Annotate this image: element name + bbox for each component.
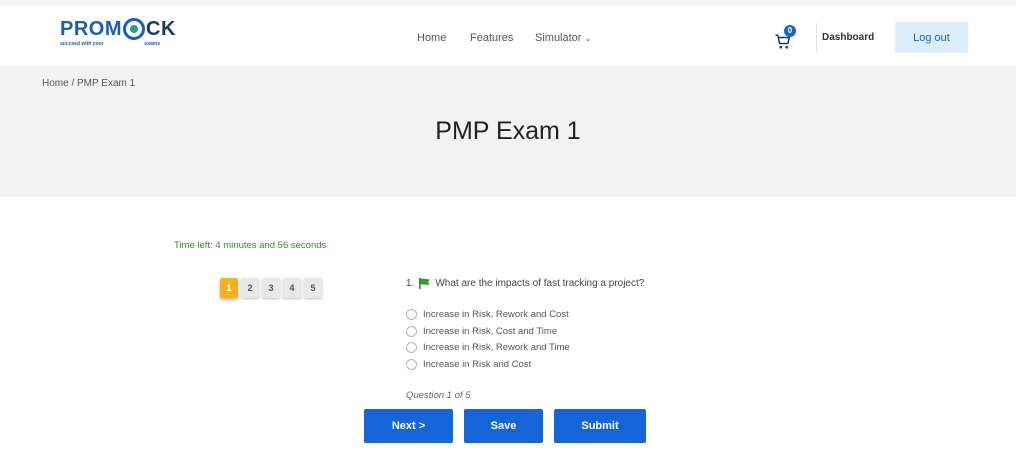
answer-options: Increase in Risk, Rework and Cost Increa…: [406, 306, 570, 373]
breadcrumb[interactable]: Home / PMP Exam 1: [42, 78, 135, 89]
chevron-down-icon: ⌄: [584, 34, 592, 43]
target-icon: [123, 18, 145, 40]
page-title: PMP Exam 1: [435, 117, 581, 145]
radio-button[interactable]: [406, 325, 417, 337]
question-nav-button-5[interactable]: 5: [304, 278, 322, 298]
top-navbar: PROM CK succeed with your exams Home Fea…: [0, 0, 1016, 66]
time-left-text: Time left: 4 minutes and 56 seconds: [174, 240, 327, 251]
nav-simulator-label: Simulator: [535, 32, 582, 44]
flag-icon[interactable]: [418, 277, 431, 290]
question-nav-button-1[interactable]: 1: [220, 278, 238, 298]
header-divider: [816, 23, 817, 53]
question-number: 1.: [406, 278, 415, 289]
question-nav-button-4[interactable]: 4: [283, 278, 301, 298]
logout-button[interactable]: Log out: [895, 22, 968, 53]
answer-option-label: Increase in Risk, Cost and Time: [423, 325, 558, 337]
radio-button[interactable]: [406, 358, 417, 370]
logo-tagline-left: succeed with your: [60, 41, 104, 47]
nav-home-link[interactable]: Home: [417, 32, 446, 44]
question-navigator: 1 2 3 4 5: [220, 278, 322, 298]
radio-button[interactable]: [406, 342, 417, 354]
question-nav-button-2[interactable]: 2: [241, 278, 259, 298]
nav-simulator-dropdown[interactable]: Simulator ⌄: [535, 32, 591, 44]
cart-button[interactable]: 0: [774, 25, 796, 50]
submit-button[interactable]: Submit: [554, 409, 646, 443]
promock-logo[interactable]: PROM CK succeed with your exams: [60, 18, 176, 52]
answer-option[interactable]: Increase in Risk, Rework and Time: [406, 339, 570, 356]
nav-features-link[interactable]: Features: [470, 32, 513, 44]
dashboard-link[interactable]: Dashboard: [822, 32, 874, 43]
answer-option-label: Increase in Risk, Rework and Cost: [423, 308, 569, 320]
logo-tagline-right: exams: [144, 41, 160, 47]
answer-option-label: Increase in Risk and Cost: [423, 358, 532, 370]
question-counter: Question 1 of 5: [406, 390, 471, 401]
logo-text-ck: CK: [146, 18, 176, 40]
question-nav-button-3[interactable]: 3: [262, 278, 280, 298]
cart-count-badge: 0: [784, 25, 796, 37]
logo-text-prom: PROM: [60, 18, 122, 40]
answer-option[interactable]: Increase in Risk, Rework and Cost: [406, 306, 570, 323]
save-button[interactable]: Save: [464, 409, 543, 443]
question-text: What are the impacts of fast tracking a …: [435, 278, 645, 289]
radio-button[interactable]: [406, 308, 417, 320]
answer-option-label: Increase in Risk, Rework and Time: [423, 342, 570, 354]
answer-option[interactable]: Increase in Risk and Cost: [406, 356, 570, 373]
answer-option[interactable]: Increase in Risk, Cost and Time: [406, 323, 570, 340]
question-heading: 1. What are the impacts of fast tracking…: [406, 277, 644, 290]
next-button[interactable]: Next >: [364, 409, 453, 443]
